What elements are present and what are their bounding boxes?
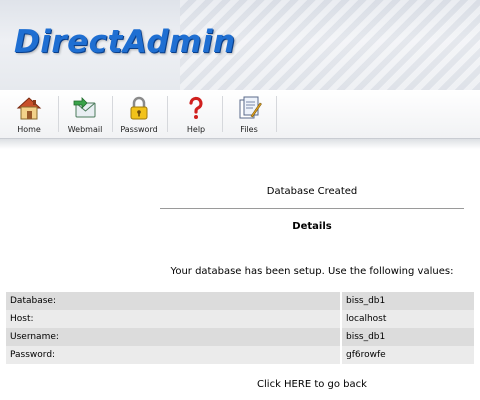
row-value: localhost [342, 310, 474, 328]
toolbar-files-label: Files [240, 125, 258, 134]
toolbar-shadow [0, 139, 480, 149]
toolbar-divider [276, 96, 277, 132]
toolbar-home-label: Home [17, 125, 41, 134]
files-icon [239, 96, 262, 119]
toolbar-password-button[interactable]: Password [112, 90, 166, 138]
row-label: Username: [6, 328, 340, 346]
brand-logo: DirectAdmin [14, 24, 236, 60]
webmail-icon [73, 97, 96, 118]
database-details-table: Database: biss_db1 Host: localhost Usern… [6, 292, 474, 364]
page-title: Database Created [266, 186, 358, 197]
table-row: Password: gf6rowfe [6, 346, 474, 364]
section-heading: Details [292, 221, 332, 232]
table-row: Database: biss_db1 [6, 292, 474, 310]
toolbar-webmail-button[interactable]: Webmail [58, 90, 112, 138]
title-divider [160, 208, 464, 209]
table-row: Host: localhost [6, 310, 474, 328]
row-label: Host: [6, 310, 340, 328]
toolbar-password-label: Password [120, 125, 158, 134]
row-value: gf6rowfe [342, 346, 474, 364]
lock-icon [130, 96, 148, 120]
toolbar-files-button[interactable]: Files [222, 90, 276, 138]
main-toolbar: Home Webmail Password Help Files [0, 90, 480, 139]
toolbar-help-label: Help [186, 125, 206, 134]
toolbar-help-button[interactable]: Help [169, 90, 223, 138]
row-label: Password: [6, 346, 340, 364]
row-label: Database: [6, 292, 340, 310]
toolbar-webmail-label: Webmail [67, 125, 103, 134]
home-icon [16, 97, 42, 120]
header-banner: DirectAdmin [0, 0, 480, 90]
intro-text: Your database has been setup. Use the fo… [170, 266, 454, 277]
table-row: Username: biss_db1 [6, 328, 474, 346]
help-icon [189, 96, 203, 119]
toolbar-home-button[interactable]: Home [2, 90, 56, 138]
row-value: biss_db1 [342, 328, 474, 346]
go-back-link[interactable]: Click HERE to go back [160, 379, 464, 390]
toolbar-divider [167, 96, 168, 132]
row-value: biss_db1 [342, 292, 474, 310]
